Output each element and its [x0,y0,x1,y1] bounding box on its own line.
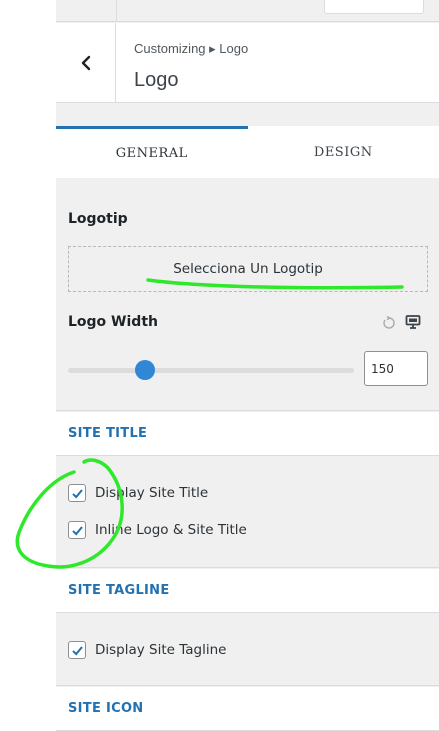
checkmark-icon [71,525,83,535]
site-title-options: Display Site Title Inline Logo & Site Ti… [56,457,439,568]
customizer-panel: Customizing ▸ Logo Logo GENERAL DESIGN L… [56,0,439,731]
display-site-title-checkbox[interactable] [68,484,86,502]
desktop-icon[interactable] [405,314,421,330]
inline-logo-label: Inline Logo & Site Title [95,522,247,538]
logo-width-slider[interactable] [68,368,354,373]
display-site-title-option[interactable]: Display Site Title [68,484,208,502]
checkmark-icon [71,645,83,655]
site-icon-heading: SITE ICON [56,687,439,731]
inline-logo-option[interactable]: Inline Logo & Site Title [68,521,247,539]
display-site-tagline-checkbox[interactable] [68,641,86,659]
spacer [56,104,439,126]
breadcrumb: Customizing ▸ Logo [134,41,249,56]
tab-bar: GENERAL DESIGN [56,126,439,178]
reset-icon[interactable] [382,316,396,330]
site-tagline-options: Display Site Tagline [56,614,439,686]
logo-label: Logotip [68,211,128,227]
chevron-left-icon [81,55,90,71]
top-strip [56,0,439,22]
top-button[interactable] [324,0,424,14]
panel-header: Customizing ▸ Logo Logo [56,23,439,103]
site-title-heading: SITE TITLE [56,412,439,456]
inline-logo-checkbox[interactable] [68,521,86,539]
select-logo-button[interactable]: Selecciona Un Logotip [68,246,428,292]
display-site-title-label: Display Site Title [95,485,209,501]
logo-width-label: Logo Width [68,314,158,330]
logo-width-input[interactable] [364,351,428,386]
back-button[interactable] [56,23,116,103]
checkmark-icon [71,488,83,498]
page-title: Logo [134,69,179,91]
site-tagline-heading: SITE TAGLINE [56,569,439,613]
general-section: Logotip Selecciona Un Logotip Logo Width [56,179,439,411]
display-site-tagline-label: Display Site Tagline [95,642,227,658]
display-site-tagline-option[interactable]: Display Site Tagline [68,641,226,659]
slider-handle[interactable] [135,360,156,380]
divider [116,0,117,22]
tab-general[interactable]: GENERAL [56,126,248,178]
tab-design[interactable]: DESIGN [247,126,439,178]
